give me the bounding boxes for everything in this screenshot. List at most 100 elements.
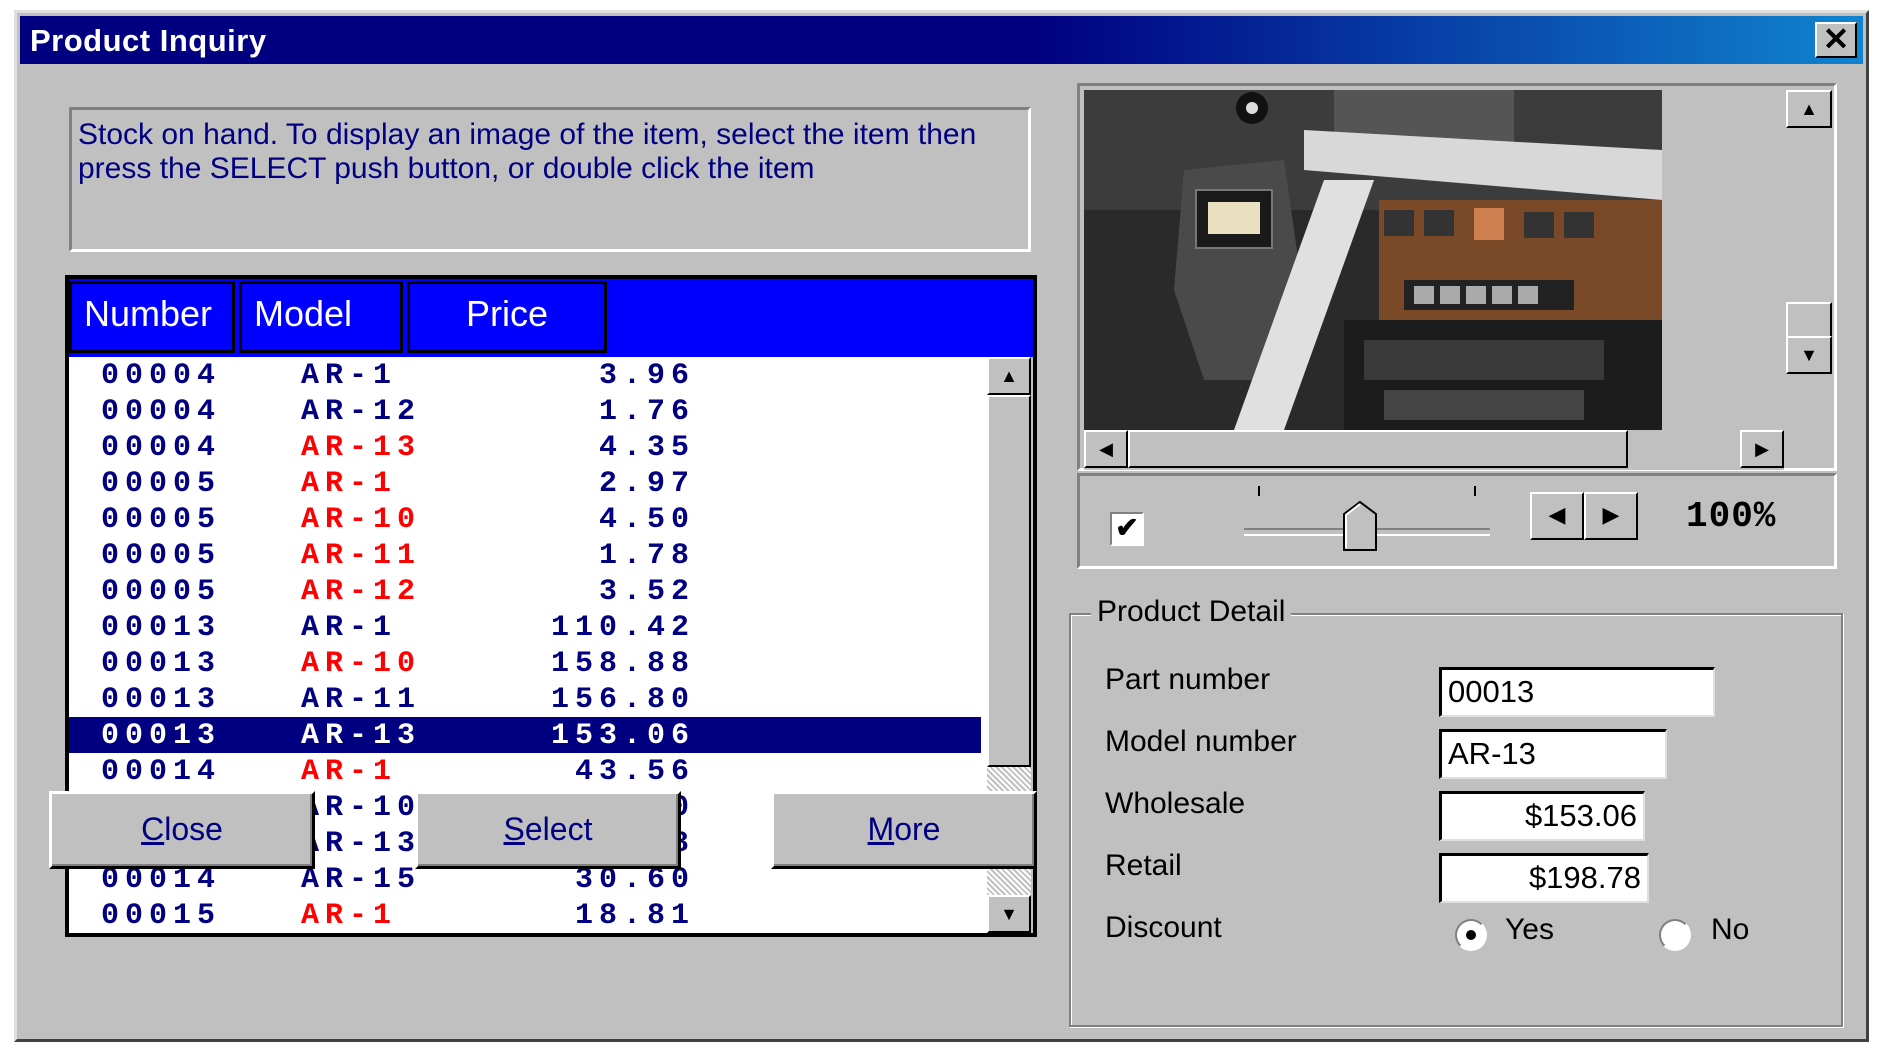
retail-label: Retail bbox=[1105, 849, 1182, 882]
image-checkbox[interactable]: ✔ bbox=[1110, 512, 1144, 546]
list-row[interactable]: 00005 AR-10 4.50 bbox=[69, 501, 981, 537]
close-button[interactable]: Close bbox=[49, 791, 315, 869]
image-scroll-up-arrow-icon[interactable]: ▲ bbox=[1786, 90, 1832, 128]
row-number: 00015 bbox=[101, 899, 222, 933]
close-button-mnemonic: C bbox=[141, 811, 165, 847]
close-window-button[interactable]: ✕ bbox=[1815, 22, 1857, 58]
more-button-mnemonic: M bbox=[867, 811, 895, 847]
select-button[interactable]: Select bbox=[415, 791, 681, 869]
list-row[interactable]: 00005 AR-1 2.97 bbox=[69, 465, 981, 501]
zoom-in-icon[interactable]: ▶ bbox=[1584, 492, 1638, 540]
discount-no-radio[interactable] bbox=[1659, 919, 1691, 951]
row-price: 153.06 bbox=[550, 719, 695, 753]
more-button-label: ore bbox=[894, 811, 941, 847]
select-button-label: elect bbox=[524, 811, 593, 847]
product-image[interactable] bbox=[1084, 90, 1662, 430]
row-price: 158.88 bbox=[550, 647, 695, 681]
list-row[interactable]: 00013 AR-1 110.42 bbox=[69, 609, 981, 645]
scroll-thumb[interactable] bbox=[987, 395, 1031, 767]
list-row[interactable]: 00004 AR-1 3.96 bbox=[69, 357, 981, 393]
slider-tick bbox=[1258, 486, 1260, 496]
wholesale-field[interactable]: $153.06 bbox=[1439, 791, 1645, 841]
row-model: AR-1 bbox=[301, 359, 398, 393]
row-number: 00005 bbox=[101, 467, 222, 501]
list-row[interactable]: 00004 AR-12 1.76 bbox=[69, 393, 981, 429]
list-row[interactable]: 00015 AR-1 18.81 bbox=[69, 897, 981, 933]
discount-no-label[interactable]: No bbox=[1711, 913, 1749, 947]
product-detail-label: Product Detail bbox=[1091, 595, 1292, 629]
image-scroll-down-arrow-icon[interactable]: ▼ bbox=[1786, 336, 1832, 374]
image-vertical-scrollbar[interactable]: ▲ ▼ bbox=[1786, 90, 1834, 430]
car-console-image bbox=[1084, 90, 1662, 430]
close-icon: ✕ bbox=[1822, 21, 1850, 57]
image-horizontal-scrollbar[interactable]: ◀ ▶ bbox=[1084, 430, 1784, 470]
scroll-right-arrow-icon[interactable]: ▶ bbox=[1740, 430, 1784, 468]
row-price: 3.52 bbox=[598, 575, 695, 609]
row-number: 00013 bbox=[101, 683, 222, 717]
window-title: Product Inquiry bbox=[30, 23, 267, 58]
zoom-out-icon[interactable]: ◀ bbox=[1530, 492, 1584, 540]
row-model: AR-13 bbox=[301, 431, 422, 465]
list-row[interactable]: 00005 AR-12 3.52 bbox=[69, 573, 981, 609]
model-number-label: Model number bbox=[1105, 725, 1297, 758]
row-number: 00013 bbox=[101, 647, 222, 681]
part-number-field[interactable]: 00013 bbox=[1439, 667, 1715, 717]
row-model: AR-1 bbox=[301, 899, 398, 933]
list-row[interactable]: 00014 AR-1 43.56 bbox=[69, 753, 981, 789]
image-vscroll-thumb[interactable] bbox=[1786, 302, 1832, 338]
row-number: 00005 bbox=[101, 575, 222, 609]
scroll-down-arrow-icon[interactable]: ▼ bbox=[987, 895, 1031, 933]
radio-selected-dot bbox=[1466, 930, 1476, 940]
row-price: 1.78 bbox=[598, 539, 695, 573]
title-bar[interactable]: Product Inquiry ✕ bbox=[20, 16, 1863, 64]
list-row[interactable]: 00013 AR-10 158.88 bbox=[69, 645, 981, 681]
row-model: AR-1 bbox=[301, 611, 398, 645]
row-price: 156.80 bbox=[550, 683, 695, 717]
list-row[interactable]: 00013 AR-13 153.06 bbox=[69, 715, 981, 755]
row-model: AR-11 bbox=[301, 683, 422, 717]
instructions-text: Stock on hand. To display an image of th… bbox=[69, 107, 1031, 252]
row-number: 00014 bbox=[101, 755, 222, 789]
row-price: 110.42 bbox=[550, 611, 695, 645]
more-button[interactable]: More bbox=[771, 791, 1037, 869]
part-number-label: Part number bbox=[1105, 663, 1271, 696]
image-hscroll-thumb[interactable] bbox=[1128, 430, 1628, 468]
discount-yes-radio[interactable] bbox=[1455, 919, 1487, 951]
list-row[interactable]: 00004 AR-13 4.35 bbox=[69, 429, 981, 465]
zoom-slider-thumb[interactable] bbox=[1342, 500, 1378, 552]
row-number: 00005 bbox=[101, 503, 222, 537]
scroll-up-arrow-icon[interactable]: ▲ bbox=[987, 357, 1031, 395]
row-model: AR-1 bbox=[301, 755, 398, 789]
row-model: AR-1 bbox=[301, 467, 398, 501]
column-header-price[interactable]: Price bbox=[407, 281, 607, 353]
discount-yes-label[interactable]: Yes bbox=[1505, 913, 1554, 947]
row-model: AR-10 bbox=[301, 503, 422, 537]
image-viewer: ▲ ▼ ◀ ▶ bbox=[1077, 83, 1837, 471]
select-button-mnemonic: S bbox=[503, 811, 525, 847]
model-number-field[interactable]: AR-13 bbox=[1439, 729, 1667, 779]
row-model: AR-11 bbox=[301, 539, 422, 573]
row-price: 3.96 bbox=[598, 359, 695, 393]
product-detail-group: Product Detail Part number 00013 Model n… bbox=[1069, 595, 1843, 1027]
row-model: AR-12 bbox=[301, 575, 422, 609]
row-model: AR-15 bbox=[301, 863, 422, 897]
row-model: AR-10 bbox=[301, 791, 422, 825]
discount-label: Discount bbox=[1105, 911, 1222, 944]
list-row[interactable]: 00013 AR-11 156.80 bbox=[69, 681, 981, 717]
slider-tick bbox=[1474, 486, 1476, 496]
row-model: AR-12 bbox=[301, 395, 422, 429]
column-header-number[interactable]: Number bbox=[69, 281, 235, 353]
list-header: Number Model Price bbox=[69, 279, 1033, 357]
list-row[interactable]: 00005 AR-11 1.78 bbox=[69, 537, 981, 573]
zoom-level: 100% bbox=[1686, 496, 1777, 537]
checkmark-icon: ✔ bbox=[1115, 512, 1139, 543]
wholesale-label: Wholesale bbox=[1105, 787, 1246, 820]
row-price: 18.81 bbox=[574, 899, 695, 933]
column-header-model[interactable]: Model bbox=[239, 281, 403, 353]
scroll-left-arrow-icon[interactable]: ◀ bbox=[1084, 430, 1128, 468]
product-inquiry-window: Product Inquiry ✕ Stock on hand. To disp… bbox=[14, 10, 1869, 1042]
row-number: 00004 bbox=[101, 359, 222, 393]
retail-field[interactable]: $198.78 bbox=[1439, 853, 1649, 903]
row-model: AR-10 bbox=[301, 647, 422, 681]
row-price: 4.35 bbox=[598, 431, 695, 465]
